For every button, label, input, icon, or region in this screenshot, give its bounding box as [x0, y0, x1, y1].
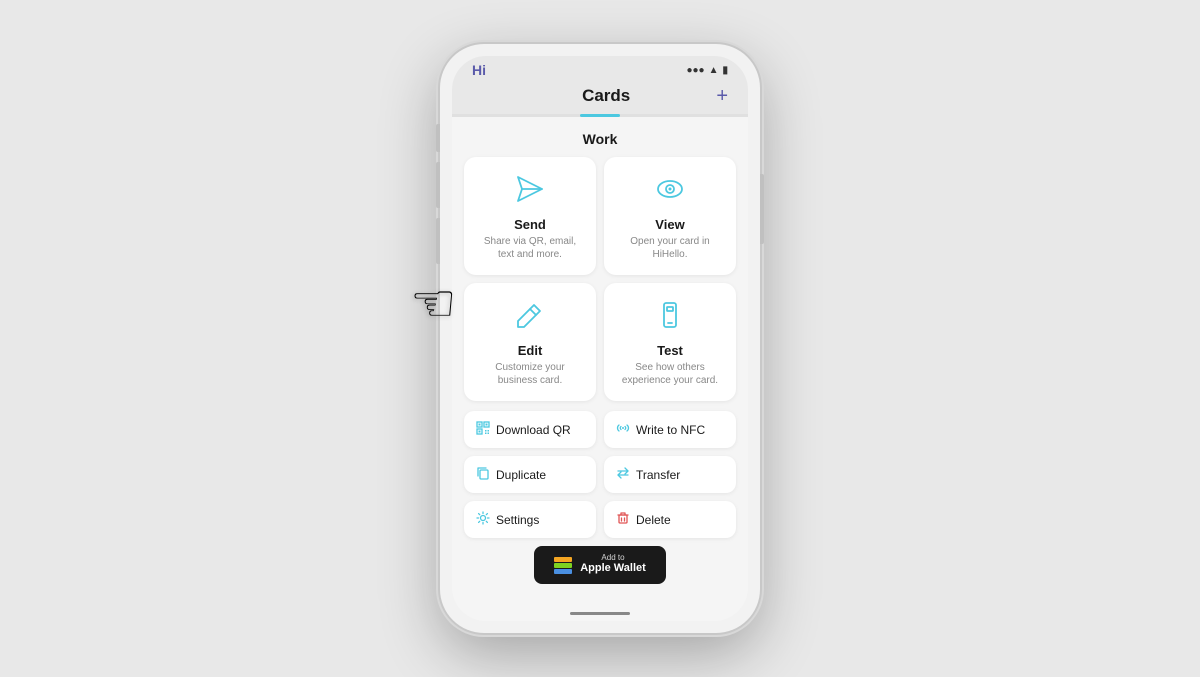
main-content: Work Send Share via QR, email, text and …: [452, 117, 748, 603]
apple-wallet-wrapper: Add to Apple Wallet: [464, 546, 736, 583]
status-icons: ●●● ▲ ▮: [686, 65, 728, 76]
wallet-card-blue: [554, 569, 572, 574]
card-test[interactable]: Test See how others experience your card…: [604, 283, 736, 401]
edit-desc: Customize your business card.: [476, 361, 584, 387]
wallet-main-text: Apple Wallet: [580, 562, 646, 575]
app-logo: Hi: [472, 62, 486, 78]
side-button-vol-up: [436, 162, 440, 208]
transfer-icon: [616, 466, 630, 483]
action-row-1: Download QR Write to NFC: [464, 411, 736, 448]
transfer-button[interactable]: Transfer: [604, 456, 736, 493]
delete-icon: [616, 511, 630, 528]
edit-icon: [514, 299, 546, 335]
qr-icon: [476, 421, 490, 438]
send-icon: [514, 173, 546, 209]
wallet-card-green: [554, 563, 572, 568]
home-indicator: [452, 604, 748, 621]
signal-icon: ●●●: [686, 65, 704, 76]
phone-frame: ☞ Hi ●●● ▲ ▮ Cards + Work: [440, 44, 760, 632]
action-row-3: Settings Delete: [464, 501, 736, 538]
battery-icon: ▮: [722, 65, 728, 76]
wallet-card-orange: [554, 557, 572, 562]
send-label: Send: [514, 217, 546, 232]
edit-label: Edit: [518, 343, 543, 358]
settings-label: Settings: [496, 513, 539, 527]
view-label: View: [655, 217, 684, 232]
test-desc: See how others experience your card.: [616, 361, 724, 387]
nav-title: Cards: [496, 86, 716, 106]
nav-bar: Cards +: [452, 82, 748, 114]
view-desc: Open your card in HiHello.: [616, 235, 724, 261]
wallet-add-text: Add to: [580, 554, 646, 562]
download-qr-button[interactable]: Download QR: [464, 411, 596, 448]
wifi-icon: ▲: [709, 65, 719, 76]
status-bar: Hi ●●● ▲ ▮: [452, 56, 748, 82]
settings-button[interactable]: Settings: [464, 501, 596, 538]
card-send[interactable]: Send Share via QR, email, text and more.: [464, 157, 596, 275]
duplicate-label: Duplicate: [496, 468, 546, 482]
action-row-2: Duplicate Transfer: [464, 456, 736, 493]
wallet-text: Add to Apple Wallet: [580, 554, 646, 575]
write-to-nfc-button[interactable]: Write to NFC: [604, 411, 736, 448]
home-bar: [570, 612, 630, 615]
phone-screen: Hi ●●● ▲ ▮ Cards + Work: [452, 56, 748, 620]
settings-icon: [476, 511, 490, 528]
scroll-bar: [580, 114, 620, 117]
side-button-vol-down: [436, 218, 440, 264]
delete-button[interactable]: Delete: [604, 501, 736, 538]
send-desc: Share via QR, email, text and more.: [476, 235, 584, 261]
side-button-silent: [436, 124, 440, 152]
duplicate-button[interactable]: Duplicate: [464, 456, 596, 493]
test-label: Test: [657, 343, 683, 358]
view-icon: [654, 173, 686, 209]
wallet-cards-icon: [554, 557, 572, 574]
transfer-label: Transfer: [636, 468, 680, 482]
duplicate-icon: [476, 466, 490, 483]
card-grid: Send Share via QR, email, text and more.…: [464, 157, 736, 401]
card-edit[interactable]: Edit Customize your business card.: [464, 283, 596, 401]
write-to-nfc-label: Write to NFC: [636, 423, 705, 437]
test-icon: [654, 299, 686, 335]
delete-label: Delete: [636, 513, 671, 527]
add-card-button[interactable]: +: [716, 86, 728, 106]
card-view[interactable]: View Open your card in HiHello.: [604, 157, 736, 275]
download-qr-label: Download QR: [496, 423, 571, 437]
side-button-power: [760, 174, 764, 244]
cursor-hand-icon: ☞: [410, 274, 457, 334]
apple-wallet-button[interactable]: Add to Apple Wallet: [534, 546, 666, 583]
section-work-title: Work: [464, 131, 736, 147]
nfc-icon: [616, 421, 630, 438]
